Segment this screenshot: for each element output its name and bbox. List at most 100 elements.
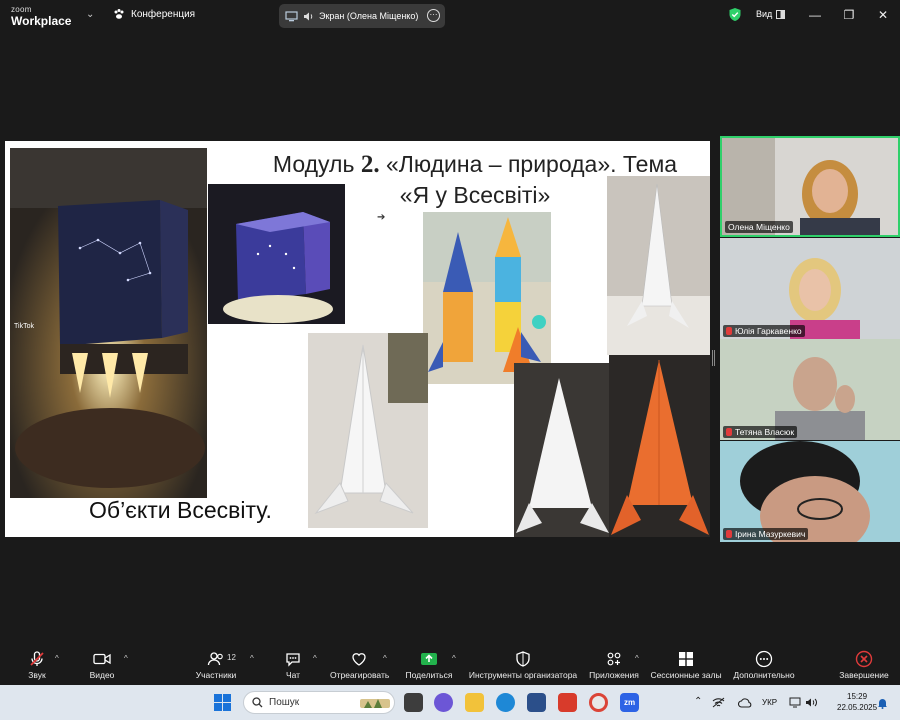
- security-shield-icon[interactable]: [728, 7, 742, 22]
- slide-title-main: «Людина – природа». Тема: [379, 151, 678, 177]
- participant-tile[interactable]: Тетяна Власюк: [720, 339, 900, 440]
- participant-tile[interactable]: Олена Міщенко: [720, 136, 900, 237]
- participant-name: Ірина Мазуркевич: [735, 529, 806, 539]
- volume-icon[interactable]: [805, 697, 818, 708]
- screen-share-label: Экран (Олена Міщенко): [319, 11, 419, 21]
- windows-start-icon[interactable]: [214, 694, 231, 711]
- breakout-rooms-icon: [679, 652, 693, 666]
- apps-options-caret-icon[interactable]: ^: [635, 654, 639, 663]
- heart-icon: [352, 653, 366, 666]
- participant-name: Тетяна Власюк: [735, 427, 795, 437]
- screen-icon: [285, 10, 298, 21]
- participants-icon: [207, 652, 223, 666]
- speaker-icon: [304, 12, 313, 20]
- apps-button[interactable]: Приложения: [587, 650, 641, 680]
- participant-name-tag: Ірина Мазуркевич: [723, 528, 809, 540]
- conference-button[interactable]: Конференция: [113, 8, 195, 20]
- audio-button[interactable]: Звук: [25, 650, 49, 680]
- network-off-icon[interactable]: [712, 697, 725, 708]
- video-label: Видео: [89, 670, 115, 680]
- participant-tile[interactable]: Ірина Мазуркевич: [720, 441, 900, 542]
- paper-rockets-photo: [423, 212, 551, 384]
- apps-label: Приложения: [589, 670, 639, 680]
- teams-icon[interactable]: [434, 693, 453, 712]
- participant-video: [720, 238, 900, 339]
- display-icon[interactable]: [789, 697, 801, 708]
- title-bar: zoom Workplace ⌄ Конференция Экран (Олен…: [0, 0, 900, 30]
- system-clock[interactable]: 15:29 22.05.2025: [837, 691, 877, 713]
- edge-browser-icon[interactable]: [496, 693, 515, 712]
- participant-video: [720, 441, 900, 542]
- paw-icon: [114, 9, 124, 19]
- white-rocket-photo-3: [514, 363, 609, 537]
- video-button[interactable]: Видео: [88, 650, 116, 680]
- chat-button[interactable]: Чат: [282, 650, 304, 680]
- chevron-up-icon[interactable]: ⌃: [694, 696, 702, 707]
- video-options-caret-icon[interactable]: ^: [124, 654, 128, 663]
- orange-rocket-photo: [609, 355, 710, 537]
- participants-options-caret-icon[interactable]: ^: [250, 654, 254, 663]
- share-button[interactable]: Поделиться: [405, 650, 453, 680]
- minimize-icon[interactable]: —: [798, 0, 832, 30]
- chat-options-caret-icon[interactable]: ^: [313, 654, 317, 663]
- white-rocket-photo-2: [308, 333, 428, 528]
- cloud-icon[interactable]: [738, 697, 752, 708]
- more-label: Дополнительно: [733, 670, 795, 680]
- share-label: Поделиться: [405, 670, 453, 680]
- audio-label: Звук: [28, 670, 46, 680]
- view-button[interactable]: Вид: [756, 9, 786, 19]
- clock-time: 15:29: [847, 692, 868, 701]
- maximize-icon[interactable]: ❐: [832, 0, 866, 30]
- shield-icon: [516, 651, 530, 667]
- share-options-caret-icon[interactable]: ^: [452, 654, 456, 663]
- participant-tile[interactable]: Юлія Гаркавенко: [720, 238, 900, 339]
- chevron-down-icon[interactable]: ⌄: [86, 9, 94, 20]
- panel-resize-handle[interactable]: [712, 350, 715, 366]
- slide-caption: Об’єкти Всесвіту.: [89, 497, 272, 523]
- participant-name: Юлія Гаркавенко: [735, 326, 802, 336]
- host-tools-button[interactable]: Инструменты организатора: [468, 650, 578, 680]
- view-label: Вид: [756, 9, 773, 19]
- search-placeholder: Пошук: [269, 697, 300, 708]
- file-explorer-icon[interactable]: [465, 693, 484, 712]
- more-options-icon[interactable]: ···: [427, 9, 440, 22]
- chrome-icon[interactable]: [589, 693, 608, 712]
- windows-taskbar: Пошук zm ⌃ УКР 15:29 22.05.2025: [0, 685, 900, 720]
- taskbar-search-box[interactable]: Пошук: [243, 691, 395, 714]
- shared-slide: TikTok Модуль 2. «Людина – природа». Тем…: [5, 141, 710, 537]
- white-rocket-photo-1: [607, 176, 710, 355]
- end-meeting-button[interactable]: Завершение: [838, 650, 890, 680]
- close-icon[interactable]: ✕: [866, 0, 900, 30]
- muted-mic-icon: [726, 327, 732, 335]
- muted-microphone-icon: [30, 651, 44, 666]
- participant-name: Олена Міщенко: [728, 222, 790, 232]
- breakout-rooms-label: Сессионные залы: [650, 670, 722, 680]
- breakout-rooms-button[interactable]: Сессионные залы: [650, 650, 722, 680]
- muted-mic-icon: [726, 530, 732, 538]
- app-icon[interactable]: [558, 693, 577, 712]
- participant-name-tag: Юлія Гаркавенко: [723, 325, 805, 337]
- store-icon[interactable]: [527, 693, 546, 712]
- screen-share-indicator[interactable]: Экран (Олена Міщенко) ···: [279, 4, 445, 28]
- react-button[interactable]: Отреагировать: [330, 650, 389, 680]
- more-button[interactable]: Дополнительно: [731, 650, 797, 680]
- lantern-photo: TikTok: [10, 148, 207, 498]
- notification-bell-icon[interactable]: [877, 697, 888, 709]
- zoom-workplace-logo[interactable]: zoom Workplace: [11, 5, 71, 27]
- search-icon: [252, 697, 263, 708]
- participant-name-tag: Тетяна Власюк: [723, 426, 798, 438]
- conference-label: Конференция: [131, 8, 196, 20]
- participants-label: Участники: [195, 670, 237, 680]
- task-view-icon[interactable]: [404, 693, 423, 712]
- react-options-caret-icon[interactable]: ^: [383, 654, 387, 663]
- participant-name-tag: Олена Міщенко: [725, 221, 793, 233]
- video-camera-icon: [93, 653, 111, 665]
- zoom-taskbar-icon[interactable]: zm: [620, 693, 639, 712]
- audio-options-caret-icon[interactable]: ^: [55, 654, 59, 663]
- end-meeting-label: Завершение: [839, 670, 889, 680]
- slide-title-number: 2.: [360, 151, 380, 178]
- arrow-right-icon: ➔: [377, 212, 386, 223]
- keyboard-language[interactable]: УКР: [762, 698, 777, 707]
- participants-count: 12: [227, 653, 236, 662]
- host-tools-label: Инструменты организатора: [468, 670, 578, 680]
